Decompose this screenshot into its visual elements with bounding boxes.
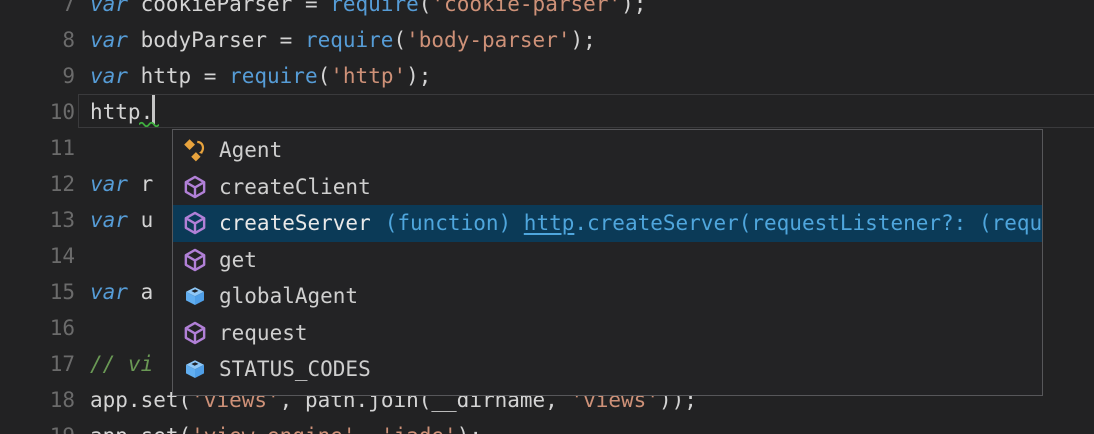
line-number: 9 [0,64,75,88]
code-line[interactable]: 10http. [0,94,1094,130]
suggest-item[interactable]: Agent [173,132,1042,169]
suggest-item[interactable]: STATUS_CODES [173,351,1042,388]
warning-squiggle [139,120,159,127]
code-token: require [305,28,394,52]
code-token: u [128,208,153,232]
suggest-label: Agent [219,138,282,162]
code-token: ( [419,0,432,16]
code-token: , [356,424,381,434]
code-editor: 7var cookieParser = require('cookie-pars… [0,0,1094,434]
suggest-label: createClient [219,175,371,199]
method-icon [183,211,207,235]
suggest-label: STATUS_CODES [219,357,371,381]
code-token: a [128,280,153,304]
line-number: 18 [0,388,75,412]
code-token: 'http' [330,64,406,88]
method-icon [183,248,207,272]
code-token: ( [393,28,406,52]
suggest-item[interactable]: get [173,242,1042,279]
line-number: 16 [0,316,75,340]
code-token: var [90,28,128,52]
code-text: var bodyParser = require('body-parser'); [75,28,596,52]
code-token: ); [571,28,596,52]
suggest-detail: (function) http.createServer(requestList… [385,211,1042,235]
code-line[interactable]: 7var cookieParser = require('cookie-pars… [0,0,1094,22]
code-token: require [229,64,318,88]
suggest-item[interactable]: createServer (function) http.createServer… [173,205,1042,242]
line-number: 19 [0,424,75,434]
code-token: ); [406,64,431,88]
suggest-label: globalAgent [219,284,358,308]
field-icon [183,284,207,308]
suggest-list: Agent createClient createServer (function) … [173,130,1042,388]
code-text: var http = require('http'); [75,64,431,88]
method-icon [183,321,207,345]
suggest-widget: Agent createClient createServer (function) … [172,129,1043,396]
code-line[interactable]: 8var bodyParser = require('body-parser')… [0,22,1094,58]
method-icon [183,175,207,199]
code-text: var r [75,172,153,196]
code-line[interactable]: 9var http = require('http'); [0,58,1094,94]
code-token: r [128,172,153,196]
code-token: require [330,0,419,16]
field-icon [183,357,207,381]
suggest-item[interactable]: request [173,315,1042,352]
code-token: var [90,172,128,196]
code-token: 'cookie-parser' [431,0,621,16]
code-text: // vi [75,352,153,376]
code-token: // vi [90,352,153,376]
line-number: 14 [0,244,75,268]
code-token: 'body-parser' [406,28,570,52]
suggest-item[interactable]: createClient [173,169,1042,206]
code-token: cookieParser = [128,0,330,16]
class-icon [183,138,207,162]
suggest-label: createServer [219,211,371,235]
line-number: 8 [0,28,75,52]
code-text: app.set('view engine', 'jade'); [75,424,482,434]
suggest-item[interactable]: globalAgent [173,278,1042,315]
line-number: 12 [0,172,75,196]
code-token: var [90,280,128,304]
code-line[interactable]: 19app.set('view engine', 'jade'); [0,418,1094,434]
suggest-label: get [219,248,257,272]
code-token: ( [318,64,331,88]
code-token: var [90,64,128,88]
code-token: 'view engine' [191,424,355,434]
line-number: 17 [0,352,75,376]
suggest-label: request [219,321,308,345]
code-text: var u [75,208,153,232]
code-token: ); [457,424,482,434]
code-token: app.set( [90,424,191,434]
code-token: http = [128,64,229,88]
line-number: 11 [0,136,75,160]
line-number: 13 [0,208,75,232]
code-token: var [90,208,128,232]
line-number: 10 [0,100,75,124]
code-token: ); [621,0,646,16]
code-token: bodyParser = [128,28,305,52]
code-token: var [90,0,128,16]
code-text: var cookieParser = require('cookie-parse… [75,0,646,16]
line-number: 15 [0,280,75,304]
code-text: var a [75,280,153,304]
line-number: 7 [0,0,75,16]
code-token: 'jade' [381,424,457,434]
